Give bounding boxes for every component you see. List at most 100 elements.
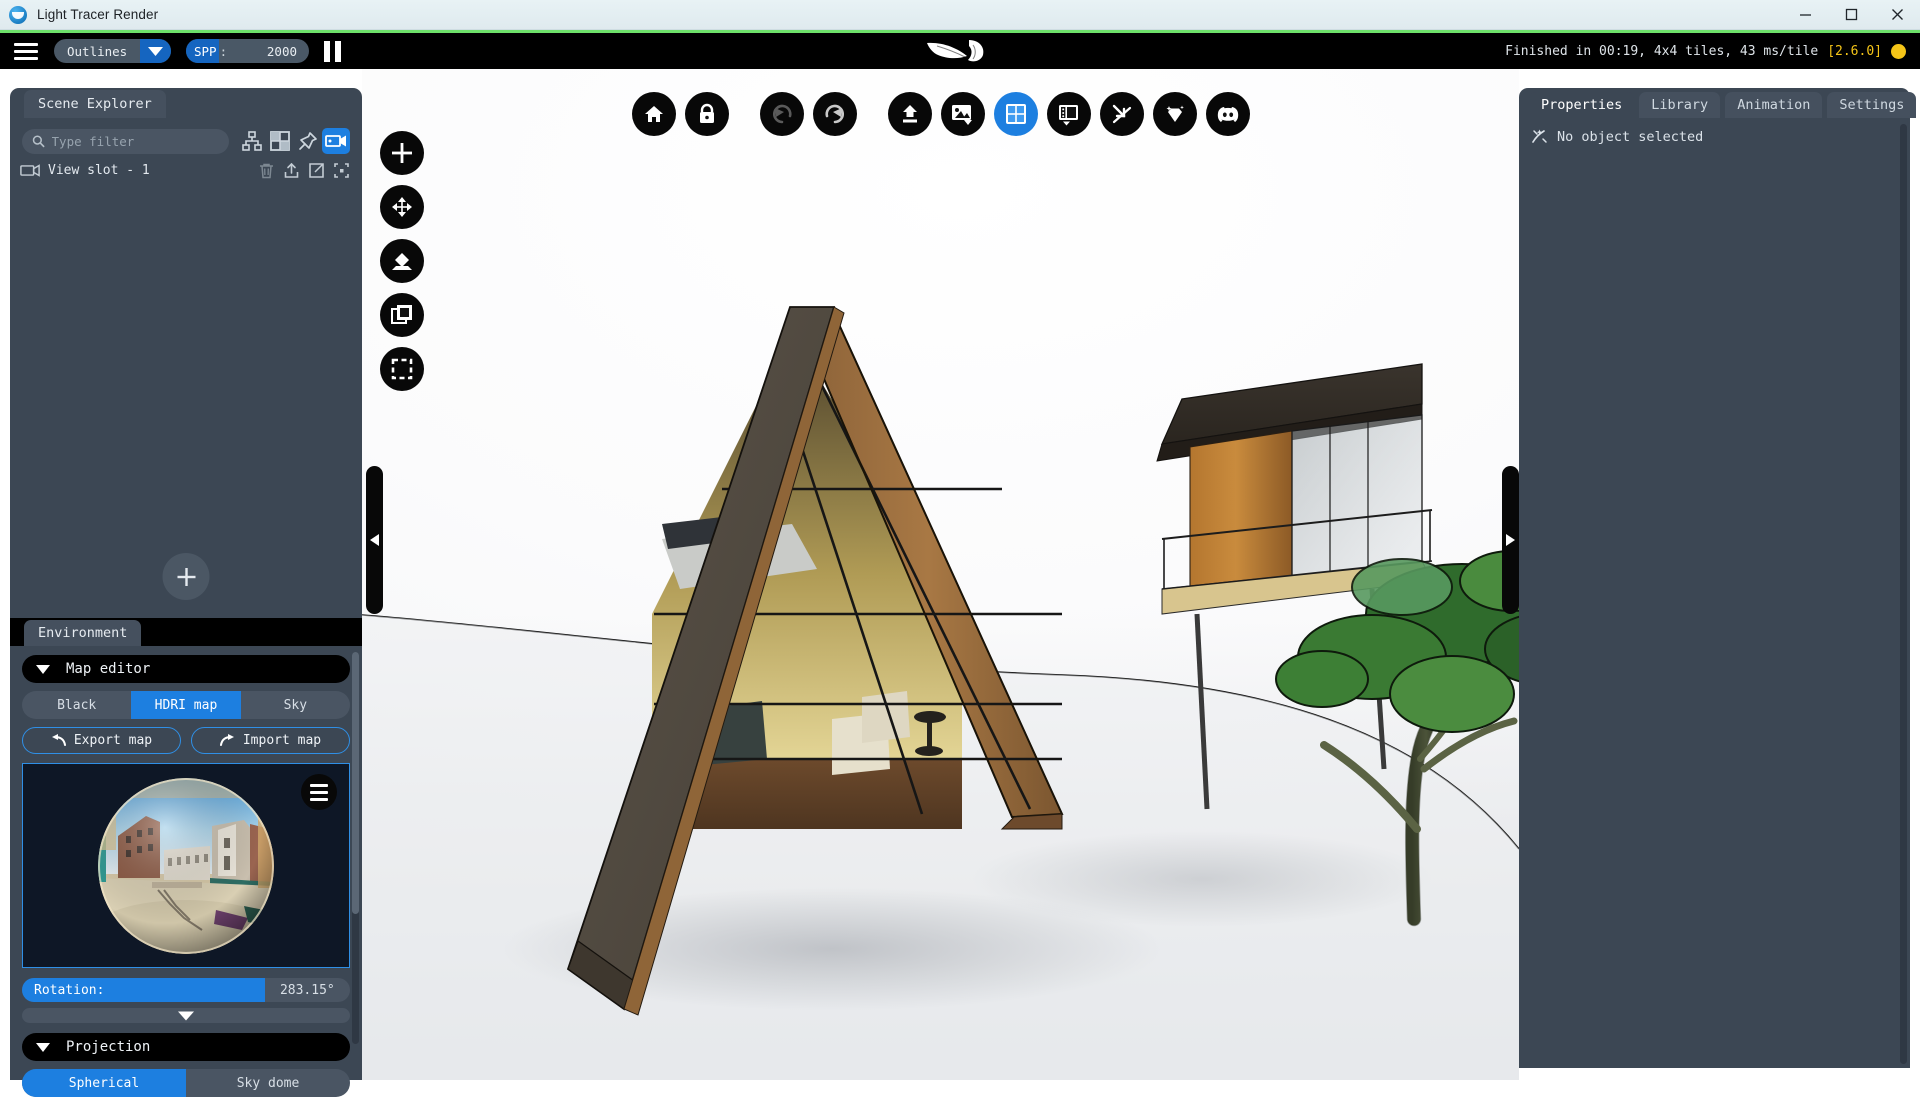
app-logo-icon	[9, 6, 27, 24]
export-up-icon[interactable]	[283, 162, 300, 179]
projection-section-header[interactable]: Projection	[22, 1033, 350, 1061]
snap-button[interactable]	[1100, 92, 1144, 136]
right-panel-tabstrip: Properties Library Animation Settings	[1519, 88, 1910, 118]
trash-icon[interactable]	[258, 162, 275, 179]
slider-thumb-triangle-icon[interactable]	[178, 1011, 194, 1020]
projection-sky-dome[interactable]: Sky dome	[186, 1069, 350, 1097]
import-map-button[interactable]: Import map	[191, 727, 350, 754]
spp-input[interactable]: SPP : 2000	[186, 39, 309, 63]
discord-button[interactable]	[1206, 92, 1250, 136]
projection-label: Projection	[66, 1039, 150, 1055]
window-controls	[1782, 0, 1920, 30]
lock-button[interactable]	[685, 92, 729, 136]
arrow-back-icon	[51, 734, 66, 747]
hierarchy-view-button[interactable]	[238, 128, 266, 154]
add-object-button[interactable]	[380, 131, 424, 175]
map-editor-label: Map editor	[66, 661, 150, 677]
maximize-button[interactable]	[1828, 0, 1874, 30]
rotation-fine-slider[interactable]	[22, 1008, 350, 1023]
hdri-menu-button[interactable]	[301, 774, 337, 810]
view-slot-label: View slot - 1	[48, 163, 150, 178]
resize-icon[interactable]	[308, 162, 325, 179]
render-viewport[interactable]	[362, 69, 1519, 1080]
view-slot-actions	[258, 162, 350, 179]
projection-type-segmented: Spherical Sky dome	[22, 1069, 350, 1097]
app-top-bar: Outlines SPP : 2000 Finished in 00:19, 4…	[0, 33, 1920, 69]
filter-field[interactable]	[22, 129, 229, 154]
window-title-bar: Light Tracer Render	[0, 0, 1920, 30]
panel-layout-button[interactable]	[1047, 92, 1091, 136]
no-selection-icon	[1531, 128, 1548, 145]
spp-colon: :	[219, 44, 228, 59]
select-region-button[interactable]	[380, 347, 424, 391]
map-type-segmented: Black HDRI map Sky	[22, 691, 350, 719]
close-button[interactable]	[1874, 0, 1920, 30]
rotation-slider[interactable]: Rotation: 283.15°	[22, 978, 350, 1002]
search-icon	[32, 134, 45, 148]
rotation-label: Rotation:	[22, 978, 265, 1002]
hdri-sphere-image	[98, 778, 274, 954]
left-panel: Scene Explorer	[10, 88, 362, 1080]
triangle-down-icon	[36, 665, 50, 674]
map-type-sky[interactable]: Sky	[241, 691, 350, 719]
material-button[interactable]	[1153, 92, 1197, 136]
render-status-text: Finished in 00:19, 4x4 tiles, 43 ms/tile	[1505, 44, 1818, 59]
home-button[interactable]	[632, 92, 676, 136]
render-image-button[interactable]	[941, 92, 985, 136]
add-view-slot-button[interactable]	[163, 553, 210, 600]
environment-tabstrip: Environment	[10, 618, 362, 646]
tab-properties[interactable]: Properties	[1529, 92, 1634, 118]
tab-scene-explorer[interactable]: Scene Explorer	[24, 90, 166, 118]
scrollbar-thumb[interactable]	[352, 652, 359, 914]
camera-view-button[interactable]	[322, 128, 350, 154]
render-mode-label: Outlines	[54, 44, 140, 59]
window-title: Light Tracer Render	[37, 7, 158, 22]
pause-render-button[interactable]	[324, 41, 342, 62]
render-mode-select[interactable]: Outlines	[54, 39, 171, 63]
map-editor-section-header[interactable]: Map editor	[22, 655, 350, 683]
import-map-label: Import map	[243, 733, 321, 748]
redo-button[interactable]	[813, 92, 857, 136]
tab-environment[interactable]: Environment	[24, 620, 141, 646]
ground-plane-button[interactable]	[380, 239, 424, 283]
app-version-label: [2.6.0]	[1827, 44, 1882, 59]
viewport-top-toolbar	[632, 92, 1250, 136]
view-slot-row[interactable]: View slot - 1	[10, 154, 362, 179]
collapse-right-panel-handle[interactable]	[1502, 466, 1519, 614]
scene-explorer-toolbar	[10, 118, 362, 154]
camera-icon	[20, 163, 40, 178]
upload-model-button[interactable]	[888, 92, 932, 136]
minimize-button[interactable]	[1782, 0, 1828, 30]
export-map-button[interactable]: Export map	[22, 727, 181, 754]
rotation-value: 283.15°	[265, 978, 350, 1002]
duplicate-button[interactable]	[380, 293, 424, 337]
grid-layout-button[interactable]	[994, 92, 1038, 136]
projection-spherical[interactable]: Spherical	[22, 1069, 186, 1097]
hdri-sphere-preview[interactable]	[22, 763, 350, 968]
render-status-bar: Finished in 00:19, 4x4 tiles, 43 ms/tile…	[1505, 44, 1906, 59]
right-panel-scrollbar[interactable]	[1900, 124, 1907, 1064]
move-tool-button[interactable]	[380, 185, 424, 229]
tab-settings[interactable]: Settings	[1827, 92, 1916, 118]
map-io-buttons: Export map Import map	[22, 727, 350, 754]
map-type-black[interactable]: Black	[22, 691, 131, 719]
scene-explorer-body: View slot - 1	[10, 118, 362, 179]
chevron-down-icon	[140, 39, 171, 63]
no-object-selected-text: No object selected	[1557, 129, 1703, 145]
pin-view-button[interactable]	[294, 128, 322, 154]
tab-library[interactable]: Library	[1639, 92, 1720, 118]
arrow-forward-icon	[220, 734, 235, 747]
status-indicator-dot	[1891, 44, 1906, 59]
undo-button[interactable]	[760, 92, 804, 136]
environment-panel: Environment Map editor Black HDRI map Sk…	[10, 618, 362, 1080]
rendered-scene-image	[362, 69, 1519, 1080]
hamburger-menu-icon[interactable]	[14, 43, 38, 60]
environment-scrollbar[interactable]	[352, 652, 359, 1044]
filter-input[interactable]	[52, 134, 219, 149]
environment-body: Map editor Black HDRI map Sky Export map…	[10, 646, 362, 1080]
map-type-hdri[interactable]: HDRI map	[131, 691, 240, 719]
collapse-left-panel-handle[interactable]	[366, 466, 383, 614]
focus-brackets-icon[interactable]	[333, 162, 350, 179]
grid-view-button[interactable]	[266, 128, 294, 154]
tab-animation[interactable]: Animation	[1725, 92, 1822, 118]
